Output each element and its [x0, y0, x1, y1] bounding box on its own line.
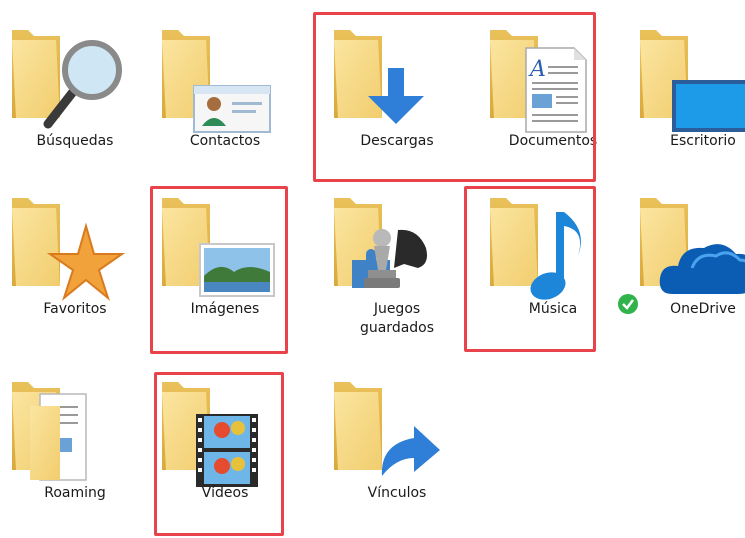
highlight-box-imagenes — [150, 186, 288, 354]
folder-roaming[interactable]: Roaming — [0, 352, 150, 522]
folder-escritorio[interactable]: Escritorio — [628, 0, 745, 170]
folder-label: Vínculos — [367, 485, 427, 501]
folder-label: Búsquedas — [36, 133, 114, 149]
folder-label: Escritorio — [670, 133, 736, 149]
cloud-icon — [628, 168, 745, 294]
desktop-icon — [628, 0, 745, 132]
highlight-box-descargas-documentos — [313, 12, 596, 182]
search-icon — [0, 0, 122, 129]
folder-label: Contactos — [189, 133, 261, 149]
contact-card-icon — [150, 0, 271, 133]
folder-files-icon — [0, 352, 87, 481]
folder-vinculos[interactable]: Vínculos — [322, 352, 472, 522]
shortcut-arrow-icon — [322, 352, 440, 476]
folder-label: Roaming — [44, 485, 106, 501]
folder-juegos-guardados[interactable]: Juegos guardados — [322, 168, 472, 338]
folder-contactos[interactable]: Contactos — [150, 0, 300, 170]
highlight-box-videos — [154, 372, 284, 536]
folder-label: Juegos guardados — [359, 301, 435, 336]
folder-label: Favoritos — [43, 301, 107, 317]
folder-label: OneDrive — [670, 301, 736, 317]
folder-busquedas[interactable]: Búsquedas — [0, 0, 150, 170]
star-icon — [0, 168, 126, 301]
folder-onedrive[interactable]: OneDrive — [618, 168, 745, 338]
folder-favoritos[interactable]: Favoritos — [0, 168, 150, 338]
highlight-box-musica — [464, 186, 596, 352]
chess-piece-icon — [322, 168, 427, 288]
